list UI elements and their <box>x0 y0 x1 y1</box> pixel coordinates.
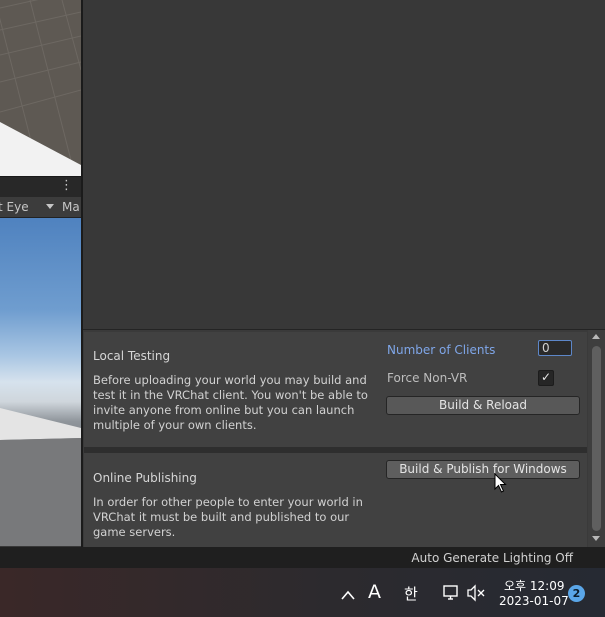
status-bar: Auto Generate Lighting Off <box>0 547 605 568</box>
scroll-down-arrow-icon[interactable] <box>592 536 600 541</box>
eye-dropdown[interactable]: ft Eye <box>0 200 29 214</box>
vrchat-builder-panel: Local Testing Before uploading your worl… <box>83 329 605 548</box>
mouse-cursor-icon <box>494 473 507 493</box>
network-icon[interactable] <box>442 584 460 607</box>
scrollbar-thumb[interactable] <box>592 346 601 531</box>
force-non-vr-label: Force Non-VR <box>387 371 468 385</box>
game-view-toolbar: ft Eye Ma <box>0 197 81 218</box>
online-publishing-title: Online Publishing <box>93 471 197 485</box>
scene-view[interactable] <box>0 0 81 176</box>
left-panel-header: ⋮ <box>0 176 81 198</box>
clock-date[interactable]: 2023-01-07 <box>499 594 569 608</box>
hangul-icon[interactable]: 한 <box>404 584 418 604</box>
taskbar: A 한 오후 12:09 2023-01-07 2 <box>0 568 605 617</box>
local-testing-title: Local Testing <box>93 349 171 363</box>
build-publish-button[interactable]: Build & Publish for Windows <box>386 460 580 479</box>
online-publishing-description: In order for other people to enter your … <box>93 495 363 539</box>
online-publishing-section: Build & Publish for Windows Online Publi… <box>84 453 587 548</box>
dropdown-caret-icon[interactable] <box>46 204 54 209</box>
number-of-clients-label: Number of Clients <box>387 343 496 357</box>
local-testing-description: Before uploading your world you may buil… <box>93 373 368 432</box>
game-floor <box>0 408 81 546</box>
volume-muted-icon[interactable] <box>466 584 486 607</box>
scene-grid <box>0 0 81 176</box>
number-of-clients-field[interactable]: 0 <box>538 340 572 356</box>
game-view[interactable] <box>0 218 81 546</box>
force-non-vr-checkbox[interactable]: ✓ <box>538 370 554 386</box>
status-text: Auto Generate Lighting Off <box>411 551 573 565</box>
ime-mode-icon[interactable]: A <box>368 582 381 602</box>
build-reload-button[interactable]: Build & Reload <box>386 396 580 415</box>
panel-scrollbar[interactable] <box>588 330 605 548</box>
notification-badge[interactable]: 2 <box>568 585 585 602</box>
scene-plane <box>0 122 81 176</box>
local-testing-section: Local Testing Before uploading your worl… <box>84 332 587 447</box>
maximize-toggle[interactable]: Ma <box>62 200 80 214</box>
inspector-empty-area <box>83 0 605 329</box>
clock-time[interactable]: 오후 12:09 <box>504 577 564 594</box>
scroll-up-arrow-icon[interactable] <box>592 334 600 339</box>
kebab-menu-icon[interactable]: ⋮ <box>60 179 73 193</box>
chevron-up-icon[interactable] <box>341 585 355 605</box>
